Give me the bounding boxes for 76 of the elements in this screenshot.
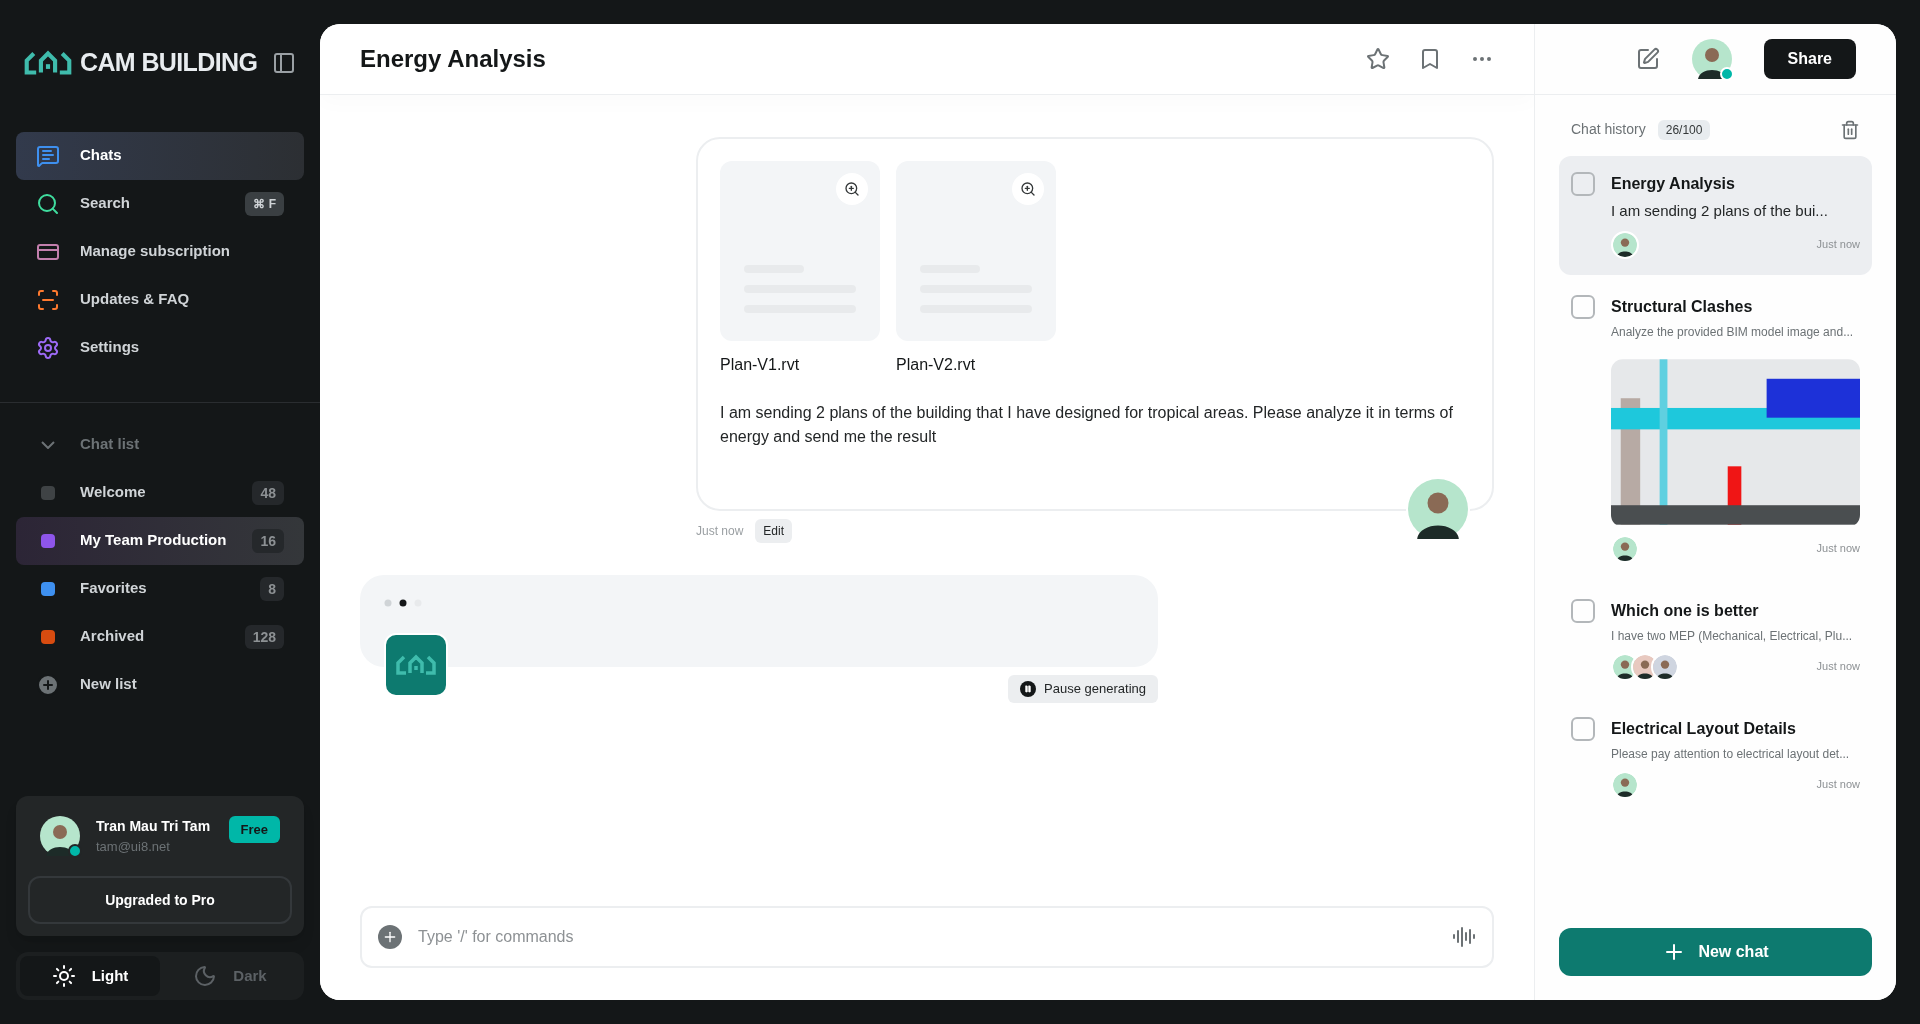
history-time: Just now — [1816, 777, 1860, 793]
history-title-text: Which one is better — [1611, 600, 1760, 621]
count-badge: 48 — [252, 480, 284, 505]
user-name: Tran Mau Tri Tam — [96, 816, 212, 836]
sun-icon — [51, 964, 76, 988]
user-avatar-icon — [1408, 479, 1468, 539]
trash-icon[interactable] — [1840, 119, 1860, 140]
typing-indicator-icon — [384, 599, 422, 607]
chat-title: Energy Analysis — [360, 44, 547, 74]
history-preview: Please pay attention to electrical layout det... — [1611, 745, 1851, 763]
new-note-icon[interactable] — [1635, 47, 1660, 71]
edit-button[interactable]: Edit — [755, 519, 793, 543]
file-name: Plan-V2.rvt — [896, 355, 977, 375]
upgrade-button[interactable]: Upgraded to Pro — [28, 876, 292, 924]
zoom-in-icon[interactable] — [1012, 173, 1044, 205]
logo-icon — [24, 49, 72, 76]
count-badge: 8 — [260, 576, 284, 601]
history-time: Just now — [1816, 541, 1860, 557]
checkbox[interactable] — [1571, 716, 1595, 741]
history-title-text: Energy Analysis — [1611, 174, 1736, 194]
new-chat-button[interactable]: New chat — [1559, 928, 1872, 976]
history-time: Just now — [1816, 237, 1860, 253]
logo-icon — [396, 653, 436, 677]
nav-item[interactable]: Search ⌘ F — [16, 179, 304, 228]
history-preview: Analyze the provided BIM model image and... — [1611, 323, 1855, 341]
scan-icon — [36, 287, 60, 312]
brand-name: CAM BUILDING — [80, 47, 258, 78]
plan-badge: Free — [228, 815, 280, 843]
nav-item[interactable]: Chats — [16, 131, 304, 180]
settings-icon — [36, 335, 60, 360]
theme-option[interactable]: Light — [20, 956, 160, 996]
message-text: I am sending 2 plans of the building that I have designed for tropical areas. Please analyze it in terms of energy and send me the result — [720, 403, 1454, 447]
history-item[interactable]: Electrical Layout Details Please pay attention to electrical layout det... Just now — [1559, 700, 1872, 815]
history-item[interactable]: Structural Clashes Analyze the provided BIM model image and... Just now — [1559, 278, 1872, 579]
count-badge: 128 — [244, 624, 284, 649]
chat-list-item[interactable]: Favorites 8 — [16, 564, 304, 613]
nav-item[interactable]: Manage subscription — [16, 227, 304, 276]
count-badge: 16 — [252, 528, 284, 553]
moon-icon — [193, 964, 218, 988]
nav-item[interactable]: Settings — [16, 323, 304, 372]
share-button[interactable]: Share — [1763, 39, 1856, 79]
checkbox[interactable] — [1571, 294, 1595, 319]
sidebar-toggle-icon[interactable] — [272, 50, 296, 75]
chat-list-item[interactable]: My Team Production 16 — [16, 516, 304, 565]
chat-icon — [36, 143, 60, 168]
history-count-badge: 26/100 — [1657, 119, 1711, 140]
star-icon[interactable] — [1366, 47, 1390, 71]
message-input[interactable]: Type '/' for commands — [360, 906, 1494, 968]
shortcut-badge: ⌘ F — [245, 191, 284, 216]
checkbox[interactable] — [1571, 598, 1595, 623]
avatar-icon — [40, 815, 80, 856]
history-item[interactable]: Energy Analysis I am sending 2 plans of the bui... Just now — [1559, 156, 1872, 275]
history-preview: I am sending 2 plans of the bui... — [1611, 201, 1829, 221]
zoom-in-icon[interactable] — [836, 173, 868, 205]
history-preview: I have two MEP (Mechanical, Electrical, Plu... — [1611, 627, 1854, 645]
user-email: tam@ui8.net — [96, 837, 171, 856]
pause-icon — [1020, 680, 1037, 697]
file-name: Plan-V1.rvt — [720, 355, 801, 375]
history-title-text: Electrical Layout Details — [1611, 718, 1797, 739]
nav-item[interactable]: Updates & FAQ — [16, 275, 304, 324]
command-input[interactable]: Type '/' for commands — [418, 925, 1436, 949]
avatar-icon — [1691, 39, 1732, 79]
chevron-down-icon — [41, 440, 55, 449]
chat-list-toggle[interactable]: Chat list — [16, 420, 304, 469]
checkbox[interactable] — [1571, 172, 1595, 196]
chat-list-item[interactable]: Archived 128 — [16, 612, 304, 661]
search-icon — [36, 191, 60, 216]
history-title: Chat history — [1571, 120, 1646, 139]
history-item[interactable]: Which one is better I have two MEP (Mechanical, Electrical, Plu... Just now — [1559, 582, 1872, 697]
history-title-text: Structural Clashes — [1611, 296, 1754, 317]
new-list-button[interactable]: New list — [16, 660, 304, 709]
voice-icon[interactable] — [1452, 925, 1476, 949]
chat-list-item[interactable]: Welcome 48 — [16, 468, 304, 517]
pause-button[interactable]: Pause generating — [1008, 675, 1158, 703]
history-time: Just now — [1816, 659, 1860, 675]
message-time: Just now — [696, 523, 744, 539]
